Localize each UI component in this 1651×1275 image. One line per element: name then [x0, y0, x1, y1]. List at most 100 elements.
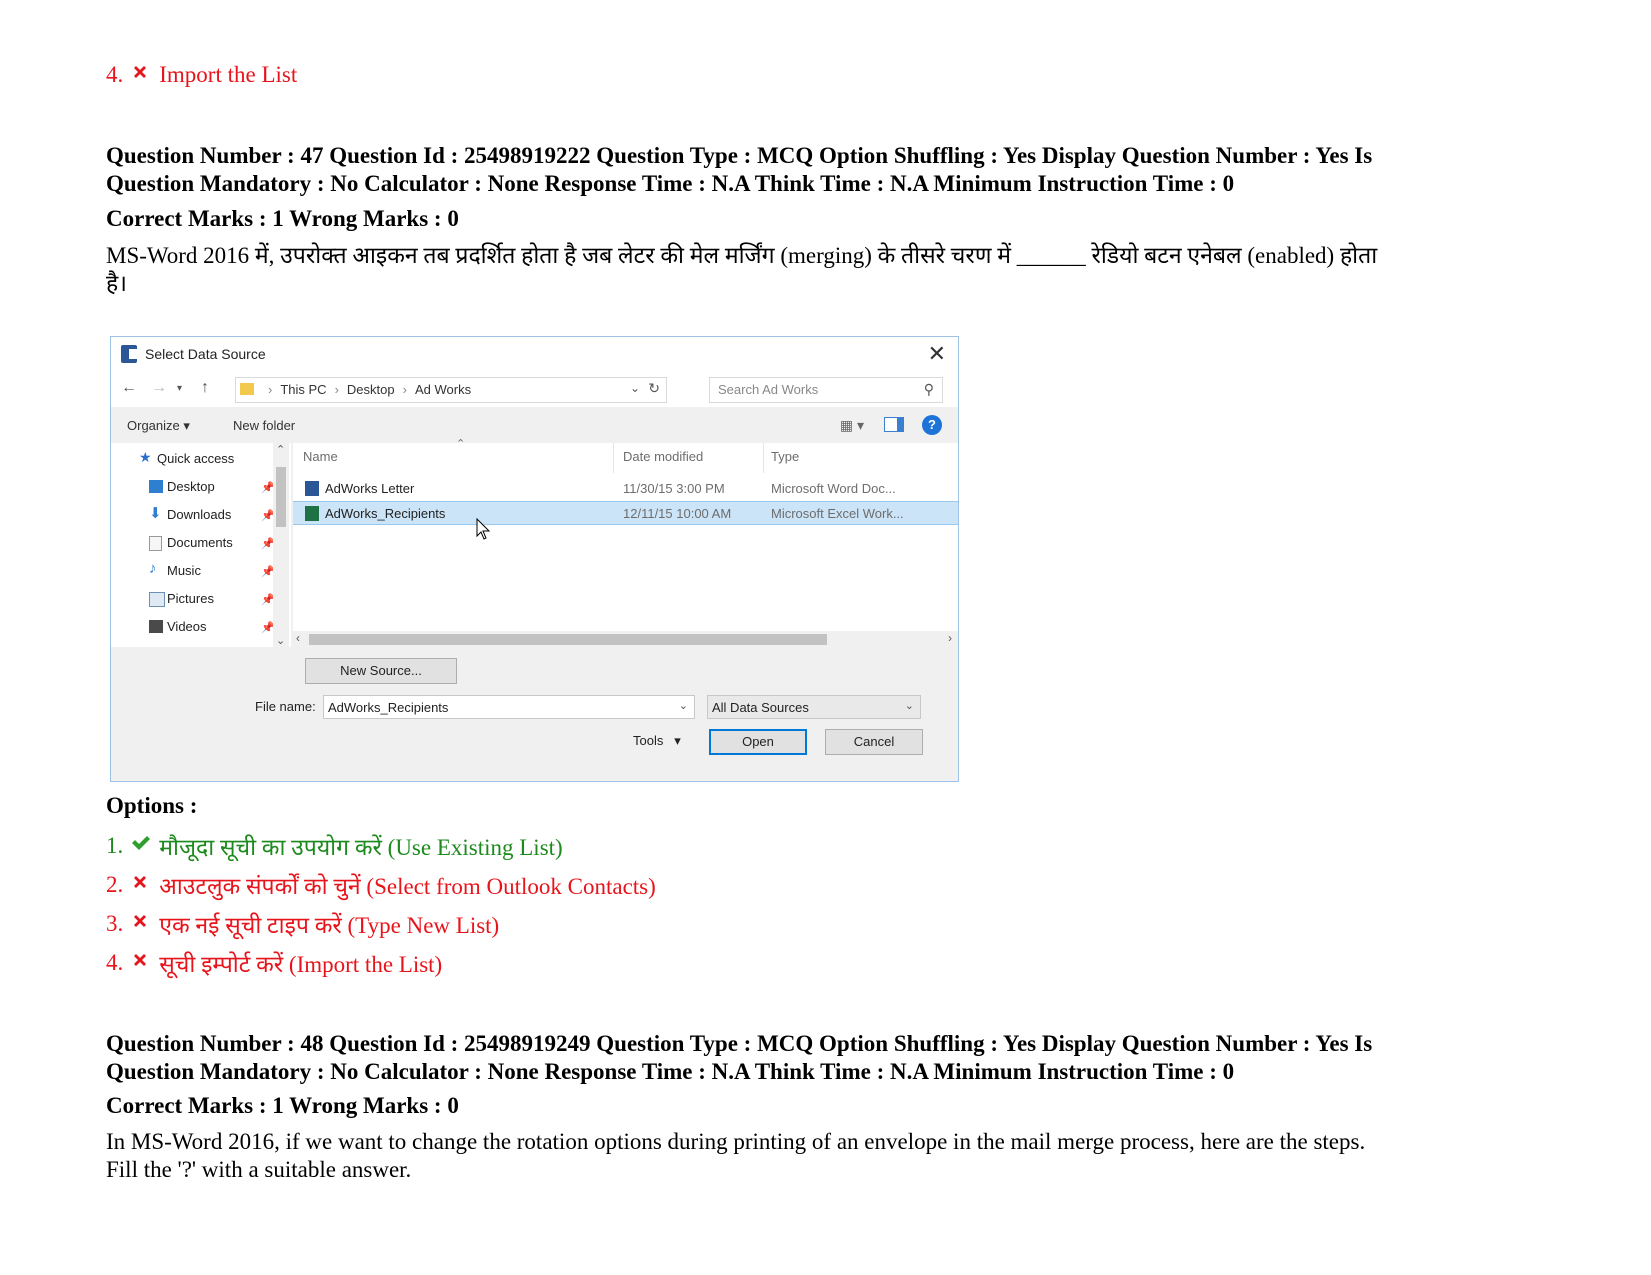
q47-meta: Question Number : 47 Question Id : 25498… — [106, 142, 1372, 198]
option-text: Import the List — [159, 62, 298, 87]
back-arrow-icon[interactable]: ← — [121, 379, 137, 397]
word-app-icon — [121, 345, 137, 363]
option-4: 4. सूची इम्पोर्ट करें (Import the List) — [106, 947, 442, 979]
nav-item-pictures[interactable]: Pictures — [149, 591, 214, 607]
wrong-cross-icon — [131, 949, 149, 967]
recent-dropdown-icon[interactable]: ▾ — [177, 383, 182, 394]
close-icon[interactable]: ✕ — [928, 341, 946, 367]
chevron-down-icon[interactable]: ⌄ — [679, 699, 688, 712]
column-header-date-modified[interactable]: Date modified — [623, 449, 703, 464]
search-input[interactable]: Search Ad Works ⚲ — [709, 377, 943, 403]
wrong-cross-icon — [131, 871, 149, 889]
q48-meta-line1: Question Number : 48 Question Id : 25498… — [106, 1031, 1373, 1056]
option-text: एक नई सूची टाइप करें (Type New List) — [159, 913, 500, 938]
nav-item-desktop[interactable]: Desktop — [149, 479, 215, 494]
correct-check-icon — [131, 832, 151, 850]
navigation-row: ← → ▾ ↑ › This PC › Desktop › Ad Works ⌄ ↻ Se… — [111, 371, 958, 407]
options-label: Options : — [106, 793, 198, 818]
wrong-cross-icon — [131, 61, 149, 79]
option-text: आउटलुक संपर्कों को चुनें (Select from Ou… — [159, 874, 656, 899]
toolbar: Organize ▾ New folder ▦ ▾ ? — [111, 407, 958, 443]
organize-button[interactable]: Organize ▾ — [127, 418, 190, 434]
file-row-adworks-recipients[interactable]: AdWorks_Recipients 12/11/15 10:00 AM Mic… — [293, 501, 958, 525]
nav-item-downloads[interactable]: ⬇ Downloads — [149, 505, 231, 522]
option-1: 1. मौजूदा सूची का उपयोग करें (Use Existi… — [106, 830, 563, 862]
star-icon: ★ — [139, 449, 152, 465]
option-text: सूची इम्पोर्ट करें (Import the List) — [159, 952, 443, 977]
q47-meta-line1: Question Number : 47 Question Id : 25498… — [106, 143, 1373, 168]
option-2: 2. आउटलुक संपर्कों को चुनें (Select from… — [106, 869, 656, 901]
breadcrumb-this-pc[interactable]: This PC — [280, 382, 326, 397]
up-arrow-icon[interactable]: ↑ — [201, 379, 209, 397]
prev-option-4: 4. Import the List — [106, 62, 297, 88]
nav-item-videos[interactable]: Videos — [149, 619, 207, 634]
new-folder-button[interactable]: New folder — [233, 418, 295, 433]
folder-icon — [240, 383, 254, 395]
download-arrow-icon: ⬇ — [149, 505, 162, 522]
navigation-pane: ★ Quick access Desktop ⬇ Downloads Docum… — [111, 443, 291, 647]
excel-file-icon — [305, 506, 319, 521]
view-options-icon[interactable]: ▦ ▾ — [840, 417, 864, 434]
option-3: 3. एक नई सूची टाइप करें (Type New List) — [106, 908, 499, 940]
cancel-button[interactable]: Cancel — [825, 729, 923, 755]
video-icon — [149, 620, 163, 633]
select-data-source-dialog: Select Data Source ✕ ← → ▾ ↑ › This PC › De… — [110, 336, 959, 782]
q47-meta-line2: Question Mandatory : No Calculator : Non… — [106, 171, 1235, 196]
chevron-down-icon[interactable]: ⌄ — [905, 699, 914, 712]
dialog-title: Select Data Source — [145, 346, 266, 362]
open-button[interactable]: Open — [709, 729, 807, 755]
dialog-titlebar: Select Data Source ✕ — [111, 337, 958, 371]
q48-text-line1: In MS-Word 2016, if we want to change th… — [106, 1129, 1366, 1154]
wrong-cross-icon — [131, 910, 149, 928]
q48-question-text: In MS-Word 2016, if we want to change th… — [106, 1128, 1365, 1184]
q47-text-line1: MS-Word 2016 में, उपरोक्त आइकन तब प्रदर्… — [106, 243, 1378, 268]
preview-pane-icon[interactable] — [884, 417, 904, 432]
option-number: 4. — [106, 62, 124, 87]
search-icon: ⚲ — [923, 381, 934, 397]
forward-arrow-icon[interactable]: → — [151, 379, 167, 397]
desktop-icon — [149, 480, 163, 493]
breadcrumb-ad-works[interactable]: Ad Works — [415, 382, 471, 397]
q48-meta-line2: Question Mandatory : No Calculator : Non… — [106, 1059, 1235, 1084]
column-header-name[interactable]: Name — [303, 449, 338, 464]
option-text: मौजूदा सूची का उपयोग करें (Use Existing … — [159, 835, 563, 860]
breadcrumb-desktop[interactable]: Desktop — [347, 382, 395, 397]
data-source-filter-select[interactable]: All Data Sources ⌄ — [707, 695, 921, 719]
file-name-label: File name: — [255, 699, 316, 714]
column-header-type[interactable]: Type — [771, 449, 799, 464]
file-list: Name ⌃ Date modified Type AdWorks Letter… — [293, 438, 958, 647]
breadcrumb: › This PC › Desktop › Ad Works — [268, 382, 472, 397]
nav-item-documents[interactable]: Documents — [149, 535, 233, 551]
scroll-left-icon[interactable]: ‹ — [296, 631, 300, 645]
chevron-down-icon[interactable]: ⌄ — [630, 381, 640, 395]
refresh-icon[interactable]: ↻ — [648, 380, 660, 397]
q47-text-line2: है। — [106, 271, 127, 296]
word-file-icon — [305, 481, 319, 496]
scroll-up-icon[interactable]: ⌃ — [276, 443, 285, 456]
q48-text-line2: Fill the '?' with a suitable answer. — [106, 1157, 412, 1182]
tools-menu[interactable]: Tools ▾ — [633, 733, 681, 749]
pictures-icon — [149, 592, 165, 607]
q48-meta: Question Number : 48 Question Id : 25498… — [106, 1030, 1372, 1086]
scroll-down-icon[interactable]: ⌄ — [276, 634, 285, 647]
nav-item-music[interactable]: ♪ Music — [149, 560, 201, 578]
scroll-thumb[interactable] — [309, 634, 827, 645]
q48-marks: Correct Marks : 1 Wrong Marks : 0 — [106, 1093, 459, 1118]
scroll-right-icon[interactable]: › — [948, 631, 952, 645]
search-placeholder: Search Ad Works — [718, 382, 819, 397]
scroll-thumb[interactable] — [276, 467, 286, 527]
music-note-icon: ♪ — [149, 560, 157, 577]
help-icon[interactable]: ? — [922, 415, 942, 435]
q47-marks: Correct Marks : 1 Wrong Marks : 0 — [106, 206, 459, 231]
document-icon — [149, 536, 162, 551]
file-row-adworks-letter[interactable]: AdWorks Letter 11/30/15 3:00 PM Microsof… — [293, 477, 958, 501]
nav-vertical-scrollbar[interactable]: ⌃ ⌄ — [273, 443, 289, 647]
address-bar[interactable]: › This PC › Desktop › Ad Works ⌄ ↻ — [235, 377, 667, 403]
file-name-field[interactable]: AdWorks_Recipients ⌄ — [323, 695, 695, 719]
nav-item-quick-access[interactable]: ★ Quick access — [139, 449, 234, 466]
mouse-cursor-icon — [476, 517, 491, 545]
q47-question-text: MS-Word 2016 में, उपरोक्त आइकन तब प्रदर्… — [106, 242, 1576, 298]
file-list-horizontal-scrollbar[interactable]: ‹ › — [293, 631, 958, 647]
sort-chevron-icon: ⌃ — [456, 438, 466, 450]
new-source-button[interactable]: New Source... — [305, 658, 457, 684]
